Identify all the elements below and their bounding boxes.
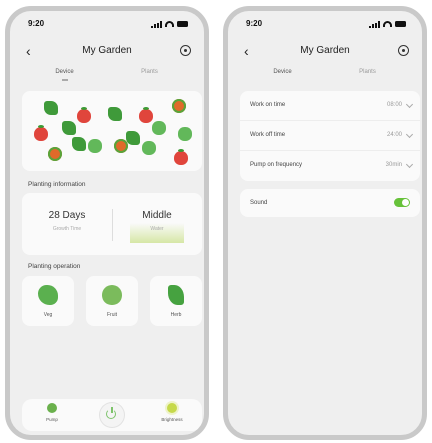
phone-device-screen: 9:20 ‹ My Garden Device Plants Planting … [5,6,209,440]
tab-plants[interactable]: Plants [325,69,410,75]
herb-icon [126,131,140,145]
water-label: Water [150,226,164,232]
status-icons [151,19,188,29]
sound-row: Sound [240,189,420,217]
nav-bar: ‹ My Garden [10,43,204,61]
strawberry-icon [77,107,91,123]
active-tab-indicator [61,79,68,81]
status-icons [369,19,406,29]
row-label: Pump on frequency [250,162,303,168]
water-value: Middle [142,210,172,221]
brightness-button[interactable]: Brightness [152,403,192,429]
page-title: My Garden [82,45,132,56]
lettuce-icon [38,285,58,305]
settings-icon[interactable] [398,45,409,56]
chevron-down-icon [405,130,414,139]
sun-icon [167,403,177,413]
sound-label: Sound [250,200,268,206]
strawberry-icon [102,285,122,305]
planting-info-card: 28 Days Growth Time Middle Water [22,193,202,255]
status-bar: 9:20 [246,19,406,31]
status-time: 9:20 [246,19,263,28]
signal-icon [369,20,380,28]
lettuce-icon [88,139,102,153]
chevron-down-icon [405,160,414,169]
work-off-time-row[interactable]: Work off time 24:00 [240,121,420,151]
herb-button[interactable]: Herb [150,276,202,326]
tab-plants[interactable]: Plants [107,69,192,75]
herb-icon [44,101,58,115]
sound-toggle[interactable] [394,198,410,207]
battery-icon [395,21,406,27]
water-panel: Middle Water [112,193,202,255]
fruit-button[interactable]: Fruit [86,276,138,326]
pump-button[interactable]: Pump [32,403,72,429]
signal-icon [151,20,162,28]
tab-bar: Device Plants [22,69,192,87]
row-value: 30min [385,162,402,168]
row-label: Work on time [250,102,286,108]
page-title: My Garden [300,45,350,56]
herb-label: Herb [170,312,182,318]
herb-icon [62,121,76,135]
chevron-down-icon [405,100,414,109]
strawberry-icon [139,107,153,123]
row-label: Work off time [250,132,286,138]
bottom-control-bar: Pump Brightness [22,399,202,431]
lettuce-icon [152,121,166,135]
power-button[interactable] [100,403,124,427]
lettuce-icon [178,127,192,141]
battery-icon [177,21,188,27]
lettuce-icon [142,141,156,155]
nav-bar: ‹ My Garden [228,43,422,61]
herb-icon [72,137,86,151]
flower-icon [48,147,62,161]
wifi-icon [165,21,174,27]
schedule-settings-card: Work on time 08:00 Work off time 24:00 P… [240,91,420,181]
planting-operation-heading: Planting operation [28,263,81,270]
herb-icon [108,107,122,121]
settings-icon[interactable] [180,45,191,56]
fruit-label: Fruit [107,312,117,318]
wifi-icon [383,21,392,27]
growth-time-label: Growth Time [52,226,82,232]
status-bar: 9:20 [28,19,188,31]
row-value: 08:00 [386,102,402,108]
status-time: 9:20 [28,19,45,28]
tab-device[interactable]: Device [22,69,107,75]
planting-info-heading: Planting information [28,181,86,188]
veg-button[interactable]: Veg [22,276,74,326]
flower-icon [172,99,186,113]
pump-frequency-row[interactable]: Pump on frequency 30min [240,151,420,181]
growth-time-panel: 28 Days Growth Time [22,193,112,255]
strawberry-icon [174,149,188,165]
row-value: 24:00 [386,132,402,138]
drop-icon [47,403,57,413]
plant-grid [22,91,202,171]
herb-icon [168,285,184,305]
work-on-time-row[interactable]: Work on time 08:00 [240,91,420,121]
tab-bar: Device Plants [240,69,410,87]
pump-label: Pump [46,417,58,422]
strawberry-icon [34,125,48,141]
tab-device[interactable]: Device [240,69,325,75]
phone-settings-screen: 9:20 ‹ My Garden Device Plants Work on t… [223,6,427,440]
brightness-label: Brightness [161,417,183,422]
growth-time-value: 28 Days [48,210,86,221]
veg-label: Veg [43,312,53,318]
